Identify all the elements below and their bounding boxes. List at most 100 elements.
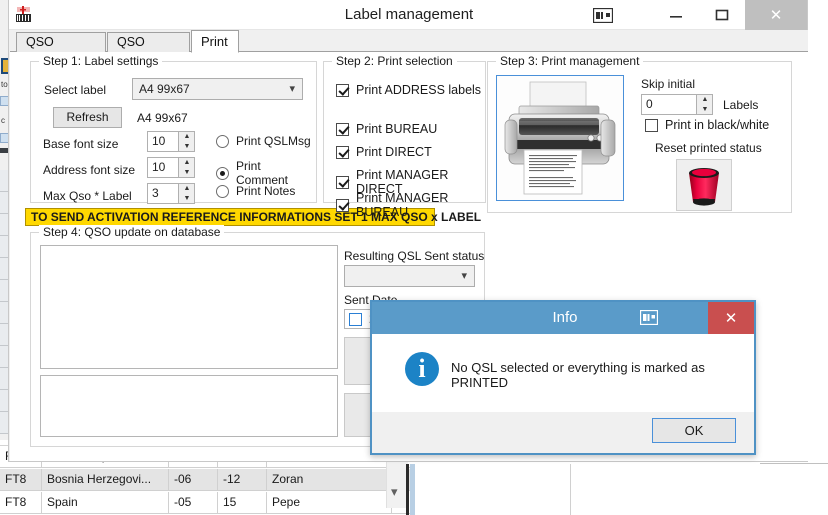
window-minimize-button[interactable] (653, 0, 699, 30)
dialog-title: Info (552, 309, 578, 326)
dialog-footer: OK (372, 412, 754, 453)
spinner-down-icon[interactable]: ▼ (179, 142, 195, 151)
group-step4-title: Step 4: QSO update on database (39, 225, 225, 239)
radio-print-qslmsg[interactable]: Print QSLMsg (216, 134, 311, 148)
cell-country: Bosnia Herzegovi... (42, 468, 169, 491)
checkbox-indicator (336, 83, 349, 97)
spinner-buttons[interactable]: ▲ ▼ (696, 95, 712, 114)
dialog-body: i No QSL selected or everything is marke… (372, 334, 754, 412)
window-close-button[interactable]: ✕ (745, 0, 807, 30)
table-row[interactable]: FT8 Spain -05 15 Pepe (0, 491, 410, 514)
radio-indicator (216, 184, 229, 198)
max-qso-value: 3 (152, 186, 159, 200)
dialog-close-button[interactable]: ✕ (708, 302, 754, 334)
spinner-down-icon[interactable]: ▼ (179, 168, 195, 177)
spinner-buttons[interactable]: ▲ ▼ (178, 132, 194, 151)
checkbox-indicator (336, 198, 349, 212)
checkbox-label: Print BUREAU (356, 122, 438, 136)
chevron-down-icon[interactable]: ▾ (391, 484, 398, 500)
base-font-size-label: Base font size (43, 137, 119, 151)
radio-indicator (216, 134, 229, 148)
checkbox-indicator (336, 145, 349, 159)
radio-label: Print Comment (236, 159, 289, 187)
skip-initial-value: 0 (646, 97, 653, 111)
restore-icon[interactable] (639, 309, 659, 326)
checkbox-print-direct[interactable]: Print DIRECT (336, 145, 432, 159)
radio-indicator (216, 166, 229, 180)
cell-rst-rcvd: -12 (218, 468, 267, 491)
cell-name: Zoran (267, 468, 392, 491)
spinner-up-icon[interactable]: ▲ (179, 132, 195, 141)
ok-button[interactable]: OK (652, 418, 736, 443)
qso-update-list-bottom[interactable] (40, 375, 338, 437)
group-step3-title: Step 3: Print management (496, 54, 644, 68)
checkbox-indicator (349, 312, 362, 326)
table-row[interactable]: FT8 Bosnia Herzegovi... -06 -12 Zoran (0, 468, 410, 491)
labels-suffix-label: Labels (723, 98, 759, 112)
trash-can-icon (677, 160, 731, 210)
background-tiny-text-2: c (1, 116, 5, 125)
radio-print-comment[interactable]: Print Comment (216, 159, 316, 187)
checkbox-indicator (336, 175, 349, 189)
checkbox-label: Print MANAGER BUREAU (356, 191, 449, 219)
checkbox-print-bureau[interactable]: Print BUREAU (336, 122, 437, 136)
checkbox-print-address-labels[interactable]: Print ADDRESS labels (336, 83, 481, 97)
info-dialog: Info ✕ i No QSL selected or everything i… (370, 300, 756, 455)
checkbox-indicator (336, 122, 349, 136)
resulting-status-combo[interactable]: ▾ (344, 265, 475, 287)
grid-right-empty-area (406, 464, 828, 515)
current-label-value: A4 99x67 (137, 111, 188, 125)
grid-column-separator (570, 464, 571, 515)
qso-update-list-top[interactable] (40, 245, 338, 369)
refresh-button[interactable]: Refresh (53, 107, 122, 128)
radio-print-notes[interactable]: Print Notes (216, 184, 295, 198)
checkbox-print-black-white[interactable]: Print in black/white (645, 118, 769, 132)
group-step1: Step 1: Label settings Select label A4 9… (30, 54, 317, 204)
tab-qso-analysis[interactable]: QSO Analysis (107, 32, 190, 68)
chevron-down-icon: ▾ (289, 83, 295, 95)
tab-print[interactable]: Print (191, 30, 239, 53)
cell-rst-sent: -06 (169, 468, 218, 491)
base-font-size-stepper[interactable]: 10 ▲ ▼ (147, 131, 195, 152)
cell-mode: FT8 (0, 468, 42, 491)
reset-printed-status-button[interactable] (676, 159, 732, 211)
window-maximize-button[interactable] (699, 0, 745, 30)
window-restore-helper-icon[interactable] (583, 0, 623, 30)
address-font-size-value: 10 (152, 160, 166, 174)
max-qso-stepper[interactable]: 3 ▲ ▼ (147, 183, 195, 204)
spinner-up-icon[interactable]: ▲ (697, 95, 713, 104)
printer-icon (497, 76, 623, 200)
resulting-status-label: Resulting QSL Sent status (344, 249, 485, 263)
window-titlebar: Label management ✕ (9, 0, 807, 30)
checkbox-indicator (645, 118, 658, 132)
checkbox-label: Print in black/white (665, 118, 770, 132)
spinner-up-icon[interactable]: ▲ (179, 184, 195, 193)
cell-mode: FT8 (0, 491, 42, 514)
skip-initial-stepper[interactable]: 0 ▲ ▼ (641, 94, 713, 115)
spinner-up-icon[interactable]: ▲ (179, 158, 195, 167)
checkbox-print-manager-bureau[interactable]: Print MANAGER BUREAU (336, 191, 485, 219)
tab-qso-selection[interactable]: QSO Selection (16, 32, 106, 68)
info-icon: i (405, 352, 439, 386)
spinner-down-icon[interactable]: ▼ (697, 105, 713, 114)
label-select-combo[interactable]: A4 99x67 ▾ (132, 78, 303, 100)
reset-printed-status-label: Reset printed status (655, 141, 762, 155)
spinner-down-icon[interactable]: ▼ (179, 194, 195, 203)
cell-rst-rcvd: 15 (218, 491, 267, 514)
tabstrip: QSO Selection QSO Analysis Print (10, 30, 808, 68)
chevron-down-icon: ▾ (461, 270, 467, 282)
spinner-buttons[interactable]: ▲ ▼ (178, 184, 194, 203)
address-font-size-stepper[interactable]: 10 ▲ ▼ (147, 157, 195, 178)
skip-initial-label: Skip initial (641, 77, 696, 91)
dialog-titlebar: Info ✕ (372, 302, 754, 334)
printer-preview[interactable] (496, 75, 624, 201)
select-label-label: Select label (44, 83, 107, 97)
spinner-buttons[interactable]: ▲ ▼ (178, 158, 194, 177)
group-step2: Step 2: Print selection Print ADDRESS la… (323, 54, 486, 219)
checkbox-label: Print ADDRESS labels (356, 83, 482, 97)
cell-name: Pepe (267, 491, 392, 514)
dialog-message: No QSL selected or everything is marked … (451, 360, 705, 390)
group-step3: Step 3: Print management Skip initial 0 … (487, 54, 792, 213)
tab-label: Print (201, 34, 228, 49)
grid-edge-blue (410, 464, 415, 515)
